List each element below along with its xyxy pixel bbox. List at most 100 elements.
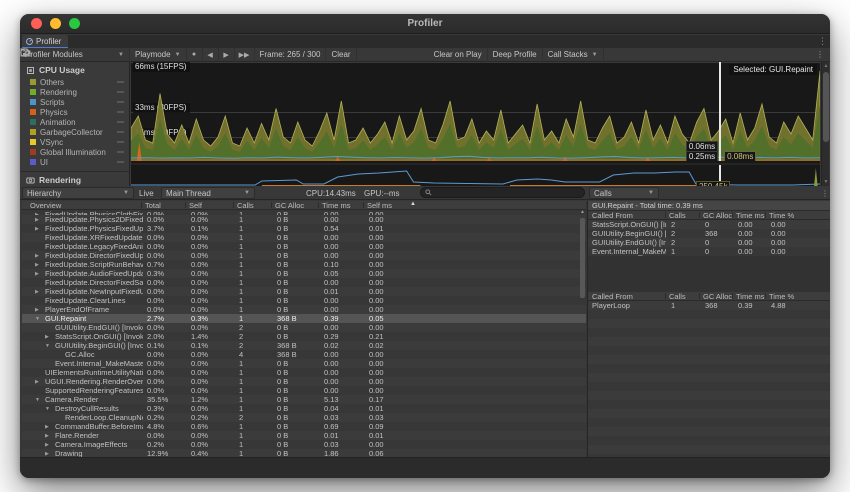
calls-row-guiutility-endgui-invok[interactable]: GUIUtility.EndGUI() [Invok 2 0 0.00 0.00	[588, 238, 830, 247]
drag-handle[interactable]	[117, 151, 124, 153]
tab-profiler[interactable]: Profiler	[22, 35, 68, 48]
column-calls[interactable]: Calls	[237, 201, 254, 210]
column-calls[interactable]: Calls	[669, 211, 686, 220]
module-cpu-header[interactable]: CPU Usage	[20, 62, 129, 77]
column-time-ms[interactable]: Time ms	[322, 201, 350, 210]
collapsed-arrow-icon[interactable]: ▶	[45, 442, 49, 448]
calls-row-event-internal-makemaste[interactable]: Event.Internal_MakeMaste 1 0 0.00 0.00	[588, 247, 830, 256]
target-mode-dropdown[interactable]: Playmode▼	[130, 48, 187, 62]
clear-button[interactable]: Clear	[326, 48, 356, 62]
hierarchy-row-gui-repaint[interactable]: ▼GUI.Repaint2.7%0.3%1368 B0.390.05	[22, 314, 586, 323]
column-self[interactable]: Self	[189, 201, 202, 210]
column-overview[interactable]: Overview	[30, 201, 61, 210]
drag-handle[interactable]	[117, 91, 124, 93]
column-gc-alloc[interactable]: GC Alloc	[703, 211, 732, 220]
hierarchy-row-fixedupdate-clearlines[interactable]: FixedUpdate.ClearLines0.0%0.0%10 B0.000.…	[22, 296, 586, 305]
collapsed-arrow-icon[interactable]: ▶	[35, 253, 39, 259]
hierarchy-scrollbar-thumb[interactable]	[580, 218, 585, 298]
thread-dropdown[interactable]: Main Thread▼	[161, 187, 255, 199]
next-frame-button[interactable]: ▶	[219, 48, 235, 62]
drag-handle[interactable]	[117, 141, 124, 143]
kebab-menu-icon[interactable]: ⋮	[814, 50, 826, 59]
expanded-arrow-icon[interactable]: ▼	[45, 406, 50, 412]
drag-handle[interactable]	[117, 161, 124, 163]
rendering-chart[interactable]: 250.45k	[131, 163, 820, 186]
module-item-others[interactable]: Others	[20, 77, 129, 87]
column-gc-alloc[interactable]: GC Alloc	[703, 292, 732, 301]
collapsed-arrow-icon[interactable]: ▶	[35, 262, 39, 268]
collapsed-arrow-icon[interactable]: ▶	[35, 379, 39, 385]
hierarchy-scrollbar[interactable]: ▲	[579, 210, 586, 310]
module-item-garbagecollector[interactable]: GarbageCollector	[20, 127, 129, 137]
selected-frame-marker[interactable]	[719, 62, 721, 161]
record-button[interactable]: ●	[187, 48, 203, 62]
expanded-arrow-icon[interactable]: ▼	[35, 397, 40, 403]
hierarchy-row-gc-alloc[interactable]: GC.Alloc0.0%0.0%4368 B0.000.00	[22, 350, 586, 359]
collapsed-arrow-icon[interactable]: ▶	[35, 307, 39, 313]
collapsed-arrow-icon[interactable]: ▶	[45, 433, 49, 439]
hierarchy-row-playerendofframe[interactable]: ▶PlayerEndOfFrame0.0%0.0%10 B0.000.00	[22, 305, 586, 314]
calls-row-statsscript-ongui-invok[interactable]: StatsScript.OnGUI() [Invok 2 0 0.00 0.00	[588, 220, 830, 229]
column-gc-alloc[interactable]: GC Alloc	[275, 201, 304, 210]
hierarchy-row-camera-imageeffects[interactable]: ▶Camera.ImageEffects0.2%0.0%10 B0.030.00	[22, 440, 586, 449]
hierarchy-row-guiutility-endgui-invoke[interactable]: GUIUtility.EndGUI() [Invoke0.0%0.0%20 B0…	[22, 323, 586, 332]
collapsed-arrow-icon[interactable]: ▶	[45, 334, 49, 340]
cpu-usage-chart[interactable]: 66ms (15FPS)33ms (30FPS)16ms (60FPS)Sele…	[131, 62, 820, 161]
hierarchy-table-header[interactable]: Overview Total Self Calls GC Alloc Time ms Sel…	[22, 201, 586, 210]
module-item-scripts[interactable]: Scripts	[20, 97, 129, 107]
live-toggle[interactable]: Live	[139, 186, 154, 200]
hierarchy-row-uielementsruntimeutilitynati[interactable]: UIElementsRuntimeUtilityNati0.0%0.0%10 B…	[22, 368, 586, 377]
hierarchy-row-fixedupdate-physics2dfixedu[interactable]: ▶FixedUpdate.Physics2DFixedU0.0%0.0%10 B…	[22, 215, 586, 224]
current-frame-button[interactable]: ▶▶	[235, 48, 255, 62]
previous-frame-button[interactable]: ◀	[203, 48, 219, 62]
module-item-physics[interactable]: Physics	[20, 107, 129, 117]
drag-handle[interactable]	[117, 101, 124, 103]
hierarchy-row-event-internal-makemaster[interactable]: Event.Internal_MakeMaster0.0%0.0%10 B0.0…	[22, 359, 586, 368]
call-stacks-dropdown[interactable]: Call Stacks▼	[543, 48, 604, 62]
view-mode-dropdown[interactable]: Hierarchy▼	[22, 187, 134, 199]
help-icon[interactable]: ?	[20, 48, 29, 57]
collapsed-arrow-icon[interactable]: ▶	[35, 271, 39, 277]
collapsed-arrow-icon[interactable]: ▶	[35, 289, 39, 295]
collapsed-arrow-icon[interactable]: ▶	[45, 424, 49, 430]
module-item-ui[interactable]: UI	[20, 157, 129, 167]
hierarchy-row-fixedupdate-scriptrunbehav[interactable]: ▶FixedUpdate.ScriptRunBehav0.7%0.0%10 B0…	[22, 260, 586, 269]
collapsed-arrow-icon[interactable]: ▶	[35, 226, 39, 232]
column-self-ms[interactable]: Self ms	[367, 201, 392, 210]
hierarchy-row-camera-render[interactable]: ▼Camera.Render35.5%1.2%10 B5.130.17	[22, 395, 586, 404]
hierarchy-row-statsscript-ongui-invoke[interactable]: ▶StatsScript.OnGUI() [Invoke2.0%1.4%20 B…	[22, 332, 586, 341]
column-called-from[interactable]: Called From	[592, 292, 633, 301]
hierarchy-row-fixedupdate-newinputfixedu[interactable]: ▶FixedUpdate.NewInputFixedU0.0%0.0%10 B0…	[22, 287, 586, 296]
column-time-[interactable]: Time %	[769, 211, 794, 220]
module-item-vsync[interactable]: VSync	[20, 137, 129, 147]
hierarchy-row-commandbuffer-beforeima[interactable]: ▶CommandBuffer.BeforeIma4.8%0.6%10 B0.69…	[22, 422, 586, 431]
expanded-arrow-icon[interactable]: ▼	[35, 316, 40, 322]
column-total[interactable]: Total	[145, 201, 161, 210]
marker-column-icon[interactable]: ▲	[410, 201, 416, 207]
column-time-[interactable]: Time %	[769, 292, 794, 301]
calls-overflow-icon[interactable]: ⋮	[821, 186, 829, 200]
profiler-modules-dropdown[interactable]: Profiler Modules▼	[20, 48, 130, 62]
hierarchy-row-drawing[interactable]: ▶Drawing12.9%0.4%10 B1.860.06	[22, 449, 586, 457]
chart-scrollbar-thumb[interactable]	[823, 72, 829, 142]
hierarchy-row-fixedupdate-audiofixedupda[interactable]: ▶FixedUpdate.AudioFixedUpda0.3%0.0%10 B0…	[22, 269, 586, 278]
drag-handle[interactable]	[117, 121, 124, 123]
column-time-ms[interactable]: Time ms	[736, 211, 764, 220]
expanded-arrow-icon[interactable]: ▼	[45, 343, 50, 349]
hierarchy-row-fixedupdate-physicsfixedup[interactable]: ▶FixedUpdate.PhysicsFixedUp3.7%0.1%10 B0…	[22, 224, 586, 233]
module-rendering-header[interactable]: Rendering	[20, 171, 129, 187]
hierarchy-row-supportedrenderingfeatures-[interactable]: SupportedRenderingFeatures.0.0%0.0%10 B0…	[22, 386, 586, 395]
module-item-global-illumination[interactable]: Global Illumination	[20, 147, 129, 157]
hierarchy-row-guiutility-begingui-invol[interactable]: ▼GUIUtility.BeginGUI() [Invol0.1%0.1%236…	[22, 341, 586, 350]
hierarchy-row-renderloop-cleanupnoc[interactable]: RenderLoop.CleanupNoc0.2%0.2%20 B0.030.0…	[22, 413, 586, 422]
hierarchy-row-fixedupdate-legacyfixedani[interactable]: FixedUpdate.LegacyFixedAni0.0%0.0%10 B0.…	[22, 242, 586, 251]
hierarchy-row-fixedupdate-xrfixedupdate[interactable]: FixedUpdate.XRFixedUpdate0.0%0.0%10 B0.0…	[22, 233, 586, 242]
module-item-rendering[interactable]: Rendering	[20, 87, 129, 97]
hierarchy-row-fixedupdate-directorfixedsa[interactable]: FixedUpdate.DirectorFixedSa0.0%0.0%10 B0…	[22, 278, 586, 287]
called-from-header[interactable]: Called FromCallsGC AllocTime msTime %	[588, 211, 830, 220]
collapsed-arrow-icon[interactable]: ▶	[35, 217, 39, 223]
search-input[interactable]	[420, 187, 585, 198]
calls-view-dropdown[interactable]: Calls▼	[589, 187, 659, 199]
collapsed-arrow-icon[interactable]: ▶	[45, 451, 49, 457]
drag-handle[interactable]	[117, 131, 124, 133]
